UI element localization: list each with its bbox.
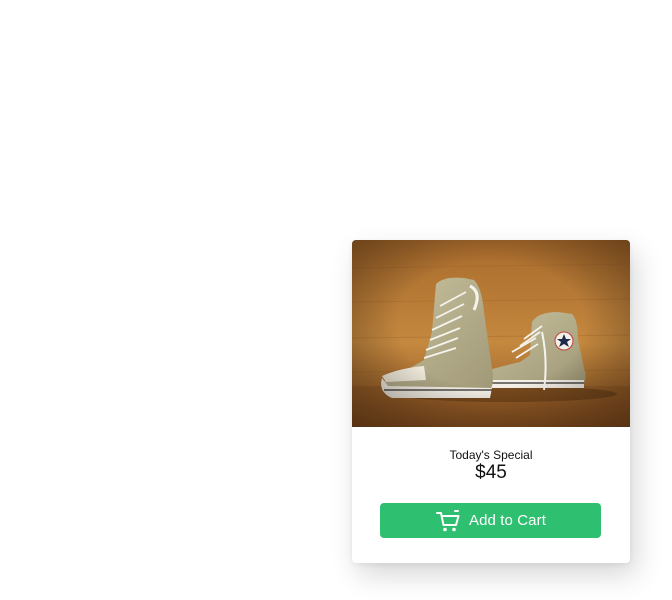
- add-to-cart-label: Add to Cart: [469, 512, 546, 529]
- shopping-cart-icon: [436, 509, 460, 531]
- add-to-cart-button[interactable]: Add to Cart: [380, 503, 601, 538]
- product-card: Today's Special $45 Add to Cart: [352, 240, 630, 563]
- product-label: Today's Special: [449, 448, 533, 462]
- product-price: $45: [475, 462, 507, 483]
- sneakers-photo: [352, 240, 630, 427]
